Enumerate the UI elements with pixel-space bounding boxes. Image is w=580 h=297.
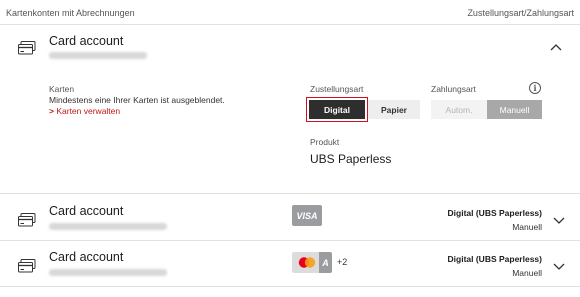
masked-account-number [49, 269, 167, 276]
chevron-right-icon: > [49, 106, 54, 116]
card-stack-icon [18, 41, 36, 55]
header-delivery-payment-label: Zustellungsart/Zahlungsart [467, 8, 574, 18]
cards-label: Karten [49, 84, 75, 94]
delivery-digital-label: Digital [309, 100, 365, 119]
payment-summary: Manuell [512, 222, 542, 232]
payment-manual-button[interactable]: Manuell [487, 100, 542, 119]
payment-automatic-button: Autom. [431, 100, 487, 119]
delivery-method-label: Zustellungsart [310, 84, 364, 94]
info-icon[interactable]: i [529, 82, 541, 94]
payment-method-label: Zahlungsart [431, 84, 476, 94]
masked-account-number [49, 52, 147, 59]
mastercard-icon [292, 252, 322, 273]
row-divider [0, 240, 580, 241]
delivery-summary: Digital (UBS Paperless) [447, 208, 542, 218]
card-stack-icon [18, 213, 36, 227]
chevron-down-icon[interactable] [552, 261, 566, 271]
manage-cards-link[interactable]: > Karten verwalten [49, 106, 120, 116]
more-cards-count: +2 [337, 257, 348, 267]
delivery-summary: Digital (UBS Paperless) [447, 254, 542, 264]
account-title[interactable]: Card account [49, 204, 123, 218]
delivery-digital-button[interactable]: Digital [306, 97, 368, 122]
table-header: Kartenkonten mit Abrechnungen Zustellung… [0, 0, 580, 25]
delivery-paper-button[interactable]: Papier [368, 100, 420, 119]
row-divider [0, 286, 580, 287]
product-label: Produkt [310, 137, 340, 147]
payment-summary: Manuell [512, 268, 542, 278]
card-stack-icon [18, 259, 36, 273]
cards-hidden-note: Mindestens eine Ihrer Karten ist ausgebl… [49, 95, 225, 105]
account-title[interactable]: Card account [49, 34, 123, 48]
product-value: UBS Paperless [310, 152, 392, 166]
chevron-up-icon[interactable] [549, 42, 563, 52]
additional-card-icon: A [319, 252, 332, 273]
visa-card-icon: VISA [292, 205, 322, 226]
account-title[interactable]: Card account [49, 250, 123, 264]
manage-cards-label: Karten verwalten [56, 106, 121, 116]
chevron-down-icon[interactable] [552, 215, 566, 225]
header-accounts-label: Kartenkonten mit Abrechnungen [6, 8, 135, 18]
masked-account-number [49, 223, 167, 230]
